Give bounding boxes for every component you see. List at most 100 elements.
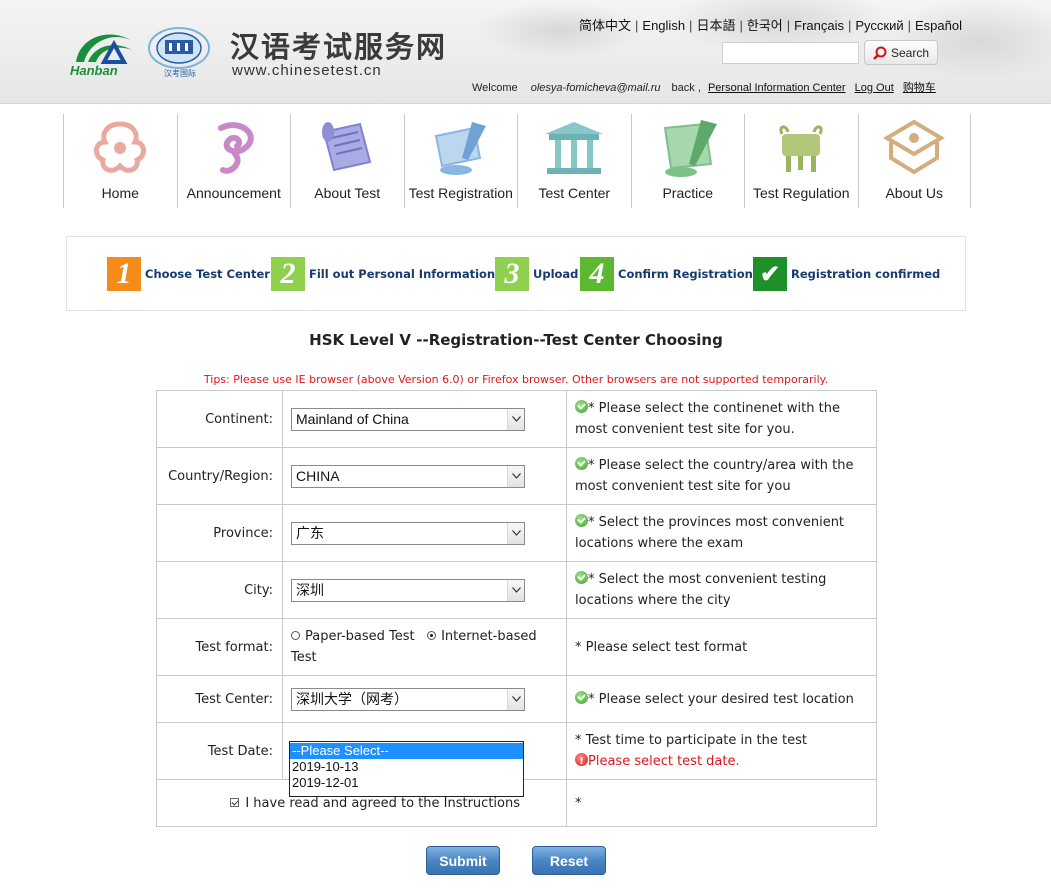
step-5: ✔ Registration confirmed bbox=[753, 257, 940, 291]
internet-based-radio[interactable] bbox=[427, 631, 437, 640]
nav-test-center[interactable]: Test Center bbox=[517, 114, 631, 208]
nav-practice-label: Practice bbox=[662, 185, 714, 201]
main-nav: Home Announcement About Test Test Regist… bbox=[63, 114, 971, 208]
lang-ja[interactable]: 日本語 bbox=[696, 18, 735, 33]
step-3-number: 3 bbox=[495, 257, 529, 291]
about-test-icon bbox=[314, 118, 380, 180]
nav-test-center-label: Test Center bbox=[538, 185, 611, 201]
lang-ru[interactable]: Русский bbox=[855, 18, 903, 33]
cart-link[interactable]: 购物车 bbox=[903, 82, 936, 94]
welcome-text: Welcome bbox=[472, 82, 518, 94]
row-format: Test format: Paper-based Test Internet-b… bbox=[156, 618, 877, 676]
step-2-number: 2 bbox=[271, 257, 305, 291]
center-label: Test Center: bbox=[156, 675, 283, 723]
nav-home[interactable]: Home bbox=[63, 114, 177, 208]
language-switcher: 简体中文 | English | 日本語 | 한국어 | Français | Русский | Es… bbox=[579, 18, 962, 33]
hanban-logo-text: Hanban bbox=[70, 63, 118, 78]
lang-en[interactable]: English bbox=[642, 18, 685, 33]
step-3-label: Upload bbox=[533, 267, 579, 281]
province-label: Province: bbox=[156, 504, 283, 562]
nav-test-registration-label: Test Registration bbox=[408, 185, 513, 201]
reset-button[interactable]: Reset bbox=[532, 846, 606, 875]
step-5-check-icon: ✔ bbox=[753, 257, 787, 291]
nav-home-label: Home bbox=[101, 185, 139, 201]
date-option[interactable]: --Please Select-- bbox=[290, 743, 523, 759]
center-select[interactable]: 深圳大学（网考） bbox=[291, 687, 525, 711]
site-url: www.chinesetest.cn bbox=[232, 62, 382, 79]
paper-based-label: Paper-based Test bbox=[305, 629, 415, 644]
continent-label: Continent: bbox=[156, 390, 283, 448]
check-icon bbox=[575, 690, 588, 704]
search-button[interactable]: Search bbox=[864, 40, 938, 65]
nav-announcement[interactable]: Announcement bbox=[176, 114, 291, 208]
about-us-icon bbox=[881, 118, 947, 180]
format-hint: * Please select test format bbox=[566, 618, 877, 676]
city-label: City: bbox=[156, 561, 283, 619]
agree-checkbox[interactable] bbox=[230, 797, 240, 807]
back-text: back , bbox=[671, 82, 701, 94]
center-hint: * Please select your desired test locati… bbox=[588, 691, 854, 707]
chevron-down-icon bbox=[507, 688, 524, 710]
user-bar: Welcome olesya-fomicheva@mail.ru back , … bbox=[472, 79, 942, 95]
country-label: Country/Region: bbox=[156, 447, 283, 505]
lang-fr[interactable]: Français bbox=[794, 18, 844, 33]
browser-tips: Tips: Please use IE browser (above Versi… bbox=[203, 373, 829, 386]
date-label: Test Date: bbox=[156, 722, 283, 780]
date-option[interactable]: 2019-12-01 bbox=[290, 775, 523, 791]
step-5-label: Registration confirmed bbox=[791, 267, 941, 281]
kaoshi-logo[interactable]: 汉考国际 bbox=[146, 26, 212, 78]
nav-test-regulation[interactable]: Test Regulation bbox=[744, 114, 858, 208]
date-error: Please select test date. bbox=[588, 754, 740, 769]
check-icon bbox=[575, 571, 588, 584]
city-select[interactable]: 深圳 bbox=[291, 578, 525, 602]
site-header: Hanban 汉考国际 汉语考试服务网 www.chinesetest.cn 简… bbox=[0, 0, 1051, 104]
check-icon bbox=[575, 457, 588, 470]
step-1: 1 Choose Test Center bbox=[107, 257, 270, 291]
registration-steps: 1 Choose Test Center 2 Fill out Personal… bbox=[66, 236, 966, 311]
personal-center-link[interactable]: Personal Information Center bbox=[708, 82, 846, 94]
row-continent: Continent: Mainland of China * Please se… bbox=[156, 390, 877, 448]
search-button-label: Search bbox=[891, 45, 930, 60]
province-select[interactable]: 广东 bbox=[291, 521, 525, 545]
site-title: 汉语考试服务网 bbox=[230, 30, 448, 64]
step-4-label: Confirm Registration bbox=[618, 267, 753, 281]
step-4: 4 Confirm Registration bbox=[580, 257, 753, 291]
paper-based-radio[interactable] bbox=[291, 631, 300, 640]
lang-es[interactable]: Español bbox=[915, 18, 962, 33]
chevron-down-icon bbox=[507, 408, 524, 430]
nav-announcement-label: Announcement bbox=[186, 185, 281, 201]
submit-button[interactable]: Submit bbox=[426, 846, 500, 875]
country-select[interactable]: CHINA bbox=[291, 464, 525, 488]
search-input[interactable] bbox=[722, 42, 859, 64]
test-date-listbox[interactable]: --Please Select-- 2019-10-13 2019-12-01 bbox=[289, 741, 524, 797]
lang-ko[interactable]: 한국어 bbox=[747, 18, 783, 33]
nav-about-test-label: About Test bbox=[314, 185, 381, 201]
kaoshi-logo-text: 汉考国际 bbox=[164, 69, 196, 78]
logout-link[interactable]: Log Out bbox=[855, 82, 894, 94]
continent-select[interactable]: Mainland of China bbox=[291, 407, 525, 431]
step-3: 3 Upload bbox=[495, 257, 578, 291]
step-1-number: 1 bbox=[107, 257, 141, 291]
continent-value: Mainland of China bbox=[296, 410, 409, 427]
test-regulation-icon bbox=[768, 118, 834, 180]
nav-test-registration[interactable]: Test Registration bbox=[403, 114, 518, 208]
lang-zh[interactable]: 简体中文 bbox=[579, 18, 631, 33]
chevron-down-icon bbox=[507, 465, 524, 487]
agree-label: I have read and agreed to the Instructio… bbox=[245, 795, 520, 811]
check-icon bbox=[575, 400, 588, 413]
step-2: 2 Fill out Personal Information bbox=[271, 257, 495, 291]
check-icon bbox=[575, 514, 588, 527]
hanban-logo[interactable]: Hanban bbox=[70, 24, 138, 80]
test-registration-icon bbox=[428, 118, 494, 180]
nav-about-test[interactable]: About Test bbox=[290, 114, 404, 208]
nav-about-us[interactable]: About Us bbox=[857, 114, 971, 208]
practice-icon bbox=[655, 118, 721, 180]
chevron-down-icon bbox=[507, 579, 524, 601]
country-value: CHINA bbox=[296, 467, 340, 484]
date-option[interactable]: 2019-10-13 bbox=[290, 759, 523, 775]
nav-practice[interactable]: Practice bbox=[630, 114, 745, 208]
step-4-number: 4 bbox=[580, 257, 614, 291]
page-title: HSK Level Ⅴ --Registration--Test Center … bbox=[309, 331, 723, 349]
row-city: City: 深圳 * Select the most convenient te… bbox=[156, 561, 877, 619]
step-1-label: Choose Test Center bbox=[145, 267, 270, 281]
